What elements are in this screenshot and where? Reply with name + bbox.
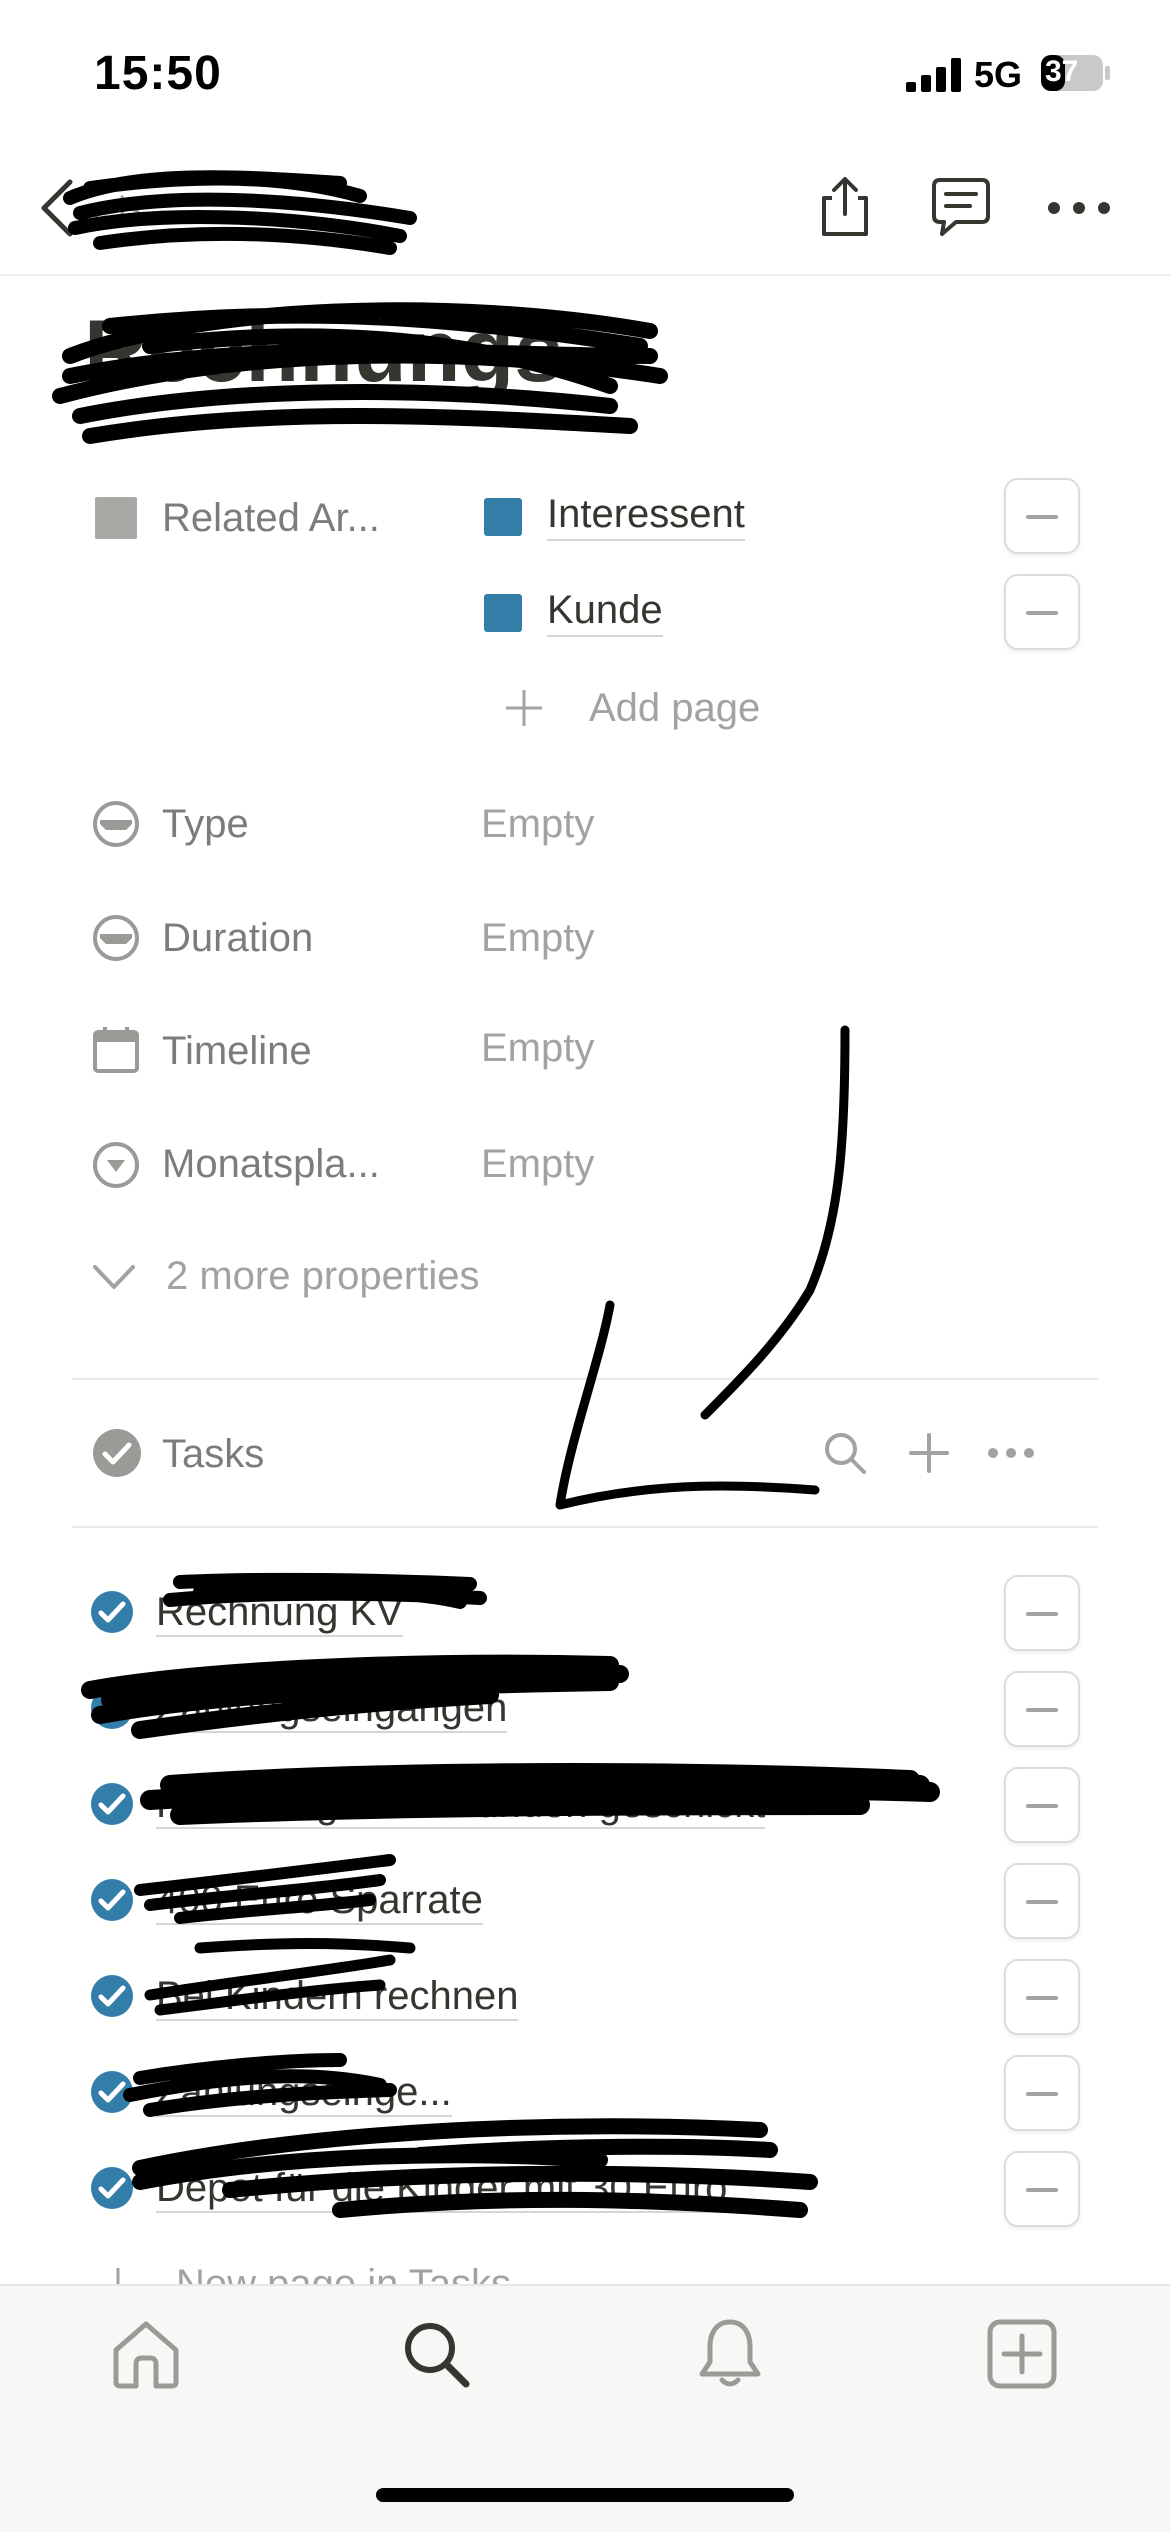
remove-task-button[interactable] — [1004, 2055, 1080, 2131]
network-label: 5G — [974, 54, 1023, 95]
comment-icon[interactable] — [926, 174, 996, 244]
relation-link-interessent[interactable]: Interessent — [547, 492, 745, 541]
relation-icon — [95, 497, 137, 539]
chevron-down-icon[interactable] — [92, 1262, 136, 1292]
remove-task-button[interactable] — [1004, 1863, 1080, 1939]
property-label-related-area[interactable]: Related Ar... — [162, 496, 380, 541]
task-title[interactable]: Rechnung KV — [156, 1590, 403, 1637]
checked-checkbox-icon[interactable] — [90, 1686, 134, 1730]
plus-icon[interactable] — [504, 688, 544, 728]
home-indicator[interactable] — [376, 2488, 794, 2502]
remove-task-button[interactable] — [1004, 1767, 1080, 1843]
task-title[interactable]: Bei Kindern rechnen — [156, 1974, 519, 2021]
property-label-type[interactable]: Type — [162, 802, 249, 847]
more-options-icon[interactable] — [1044, 172, 1114, 242]
select-property-icon — [93, 801, 139, 847]
new-page-icon[interactable] — [984, 2316, 1060, 2392]
remove-task-button[interactable] — [1004, 1671, 1080, 1747]
task-title[interactable]: Zahlungseingangen — [156, 1686, 508, 1733]
property-label-duration[interactable]: Duration — [162, 916, 313, 961]
remove-task-button[interactable] — [1004, 1959, 1080, 2035]
relation-page-icon — [484, 594, 522, 632]
nav-bar: ...is — [0, 140, 1170, 276]
remove-relation-button[interactable] — [1004, 478, 1080, 554]
share-icon[interactable] — [810, 172, 880, 242]
select-property-icon — [93, 915, 139, 961]
checked-checkbox-icon[interactable] — [90, 2070, 134, 2114]
search-icon[interactable] — [398, 2316, 474, 2392]
bell-icon[interactable] — [692, 2316, 768, 2392]
divider — [72, 1526, 1098, 1528]
remove-relation-button[interactable] — [1004, 574, 1080, 650]
checked-checkbox-icon[interactable] — [90, 2166, 134, 2210]
checked-checkbox-icon[interactable] — [90, 1590, 134, 1634]
annotation-arrow — [555, 1025, 850, 1510]
battery-level: 37 — [1045, 55, 1079, 88]
property-value-type[interactable]: Empty — [481, 802, 594, 847]
status-time: 15:50 — [94, 47, 222, 100]
property-value-timeline[interactable]: Empty — [481, 1026, 594, 1071]
checkmark-circle-icon — [93, 1429, 141, 1477]
property-value-monatsplan[interactable]: Empty — [481, 1142, 594, 1187]
task-title[interactable]: Zahlungseinge... — [156, 2070, 452, 2117]
plus-icon[interactable] — [904, 1428, 954, 1478]
remove-task-button[interactable] — [1004, 2151, 1080, 2227]
home-icon[interactable] — [108, 2316, 184, 2392]
property-value-duration[interactable]: Empty — [481, 916, 594, 961]
search-icon[interactable] — [820, 1428, 870, 1478]
signal-icon — [906, 58, 961, 92]
status-property-icon — [93, 1142, 139, 1188]
relation-page-icon — [484, 498, 522, 536]
checked-checkbox-icon[interactable] — [90, 1878, 134, 1922]
more-options-icon[interactable] — [986, 1428, 1036, 1478]
back-chevron-icon[interactable] — [34, 176, 84, 240]
task-title[interactable]: Depot für die Kinder mit 30 Euro — [156, 2166, 728, 2213]
page-title[interactable]: Rechnungs — [84, 300, 563, 402]
task-title[interactable]: 400 Euro Sparrate — [156, 1878, 483, 1925]
tasks-section-title[interactable]: Tasks — [162, 1432, 264, 1477]
task-title[interactable]: Rechnungen an Kunden geschickt — [156, 1782, 766, 1829]
property-label-timeline[interactable]: Timeline — [162, 1029, 312, 1074]
calendar-icon — [93, 1027, 139, 1073]
breadcrumb[interactable]: ...is — [92, 190, 142, 227]
divider — [72, 1378, 1098, 1380]
checked-checkbox-icon[interactable] — [90, 1974, 134, 2018]
remove-task-button[interactable] — [1004, 1575, 1080, 1651]
status-bar: 15:50 5G 37 — [0, 0, 1170, 140]
property-label-monatsplan[interactable]: Monatspla... — [162, 1142, 380, 1187]
add-page-button[interactable]: Add page — [589, 686, 760, 731]
relation-link-kunde[interactable]: Kunde — [547, 588, 663, 637]
checked-checkbox-icon[interactable] — [90, 1782, 134, 1826]
more-properties-button[interactable]: 2 more properties — [166, 1254, 479, 1299]
